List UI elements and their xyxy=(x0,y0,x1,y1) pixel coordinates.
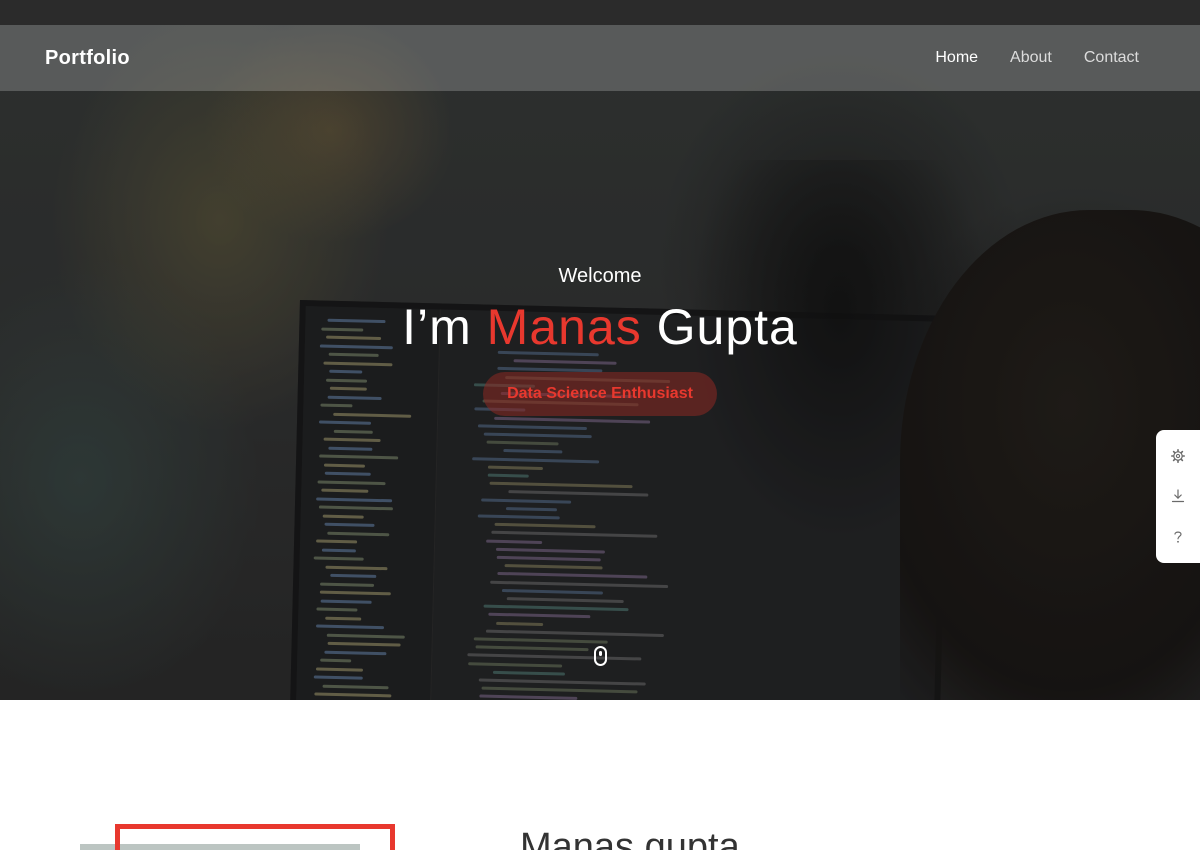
nav-links: Home About Contact xyxy=(935,49,1139,67)
mouse-wheel xyxy=(599,651,602,656)
tagline-badge: Data Science Enthusiast xyxy=(483,372,717,416)
about-name-heading: Manas gupta xyxy=(520,826,740,850)
headline-highlight: Manas xyxy=(486,299,642,355)
profile-photo-frame xyxy=(115,824,395,850)
headline-suffix: Gupta xyxy=(641,299,798,355)
mouse-scroll-icon[interactable] xyxy=(594,646,607,666)
headline-prefix: I’m xyxy=(402,299,487,355)
brand-logo[interactable]: Portfolio xyxy=(45,47,130,70)
hero-headline: I’m Manas Gupta xyxy=(0,298,1200,356)
nav-link-home[interactable]: Home xyxy=(935,49,978,67)
nav-link-contact[interactable]: Contact xyxy=(1084,49,1139,67)
navbar: Portfolio Home About Contact xyxy=(0,25,1200,91)
gear-icon[interactable] xyxy=(1166,444,1190,468)
hero-text: Welcome I’m Manas Gupta Data Science Ent… xyxy=(0,265,1200,416)
download-icon[interactable] xyxy=(1166,484,1190,508)
help-icon[interactable] xyxy=(1166,525,1190,549)
side-toolbar xyxy=(1156,430,1200,563)
nav-link-about[interactable]: About xyxy=(1010,49,1052,67)
hero-section: Welcome I’m Manas Gupta Data Science Ent… xyxy=(0,0,1200,700)
welcome-text: Welcome xyxy=(558,265,642,287)
top-strip xyxy=(0,0,1200,25)
